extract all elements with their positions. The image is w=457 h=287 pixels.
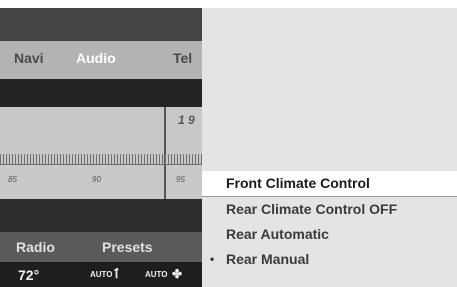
fan-icon: ✤ — [172, 267, 183, 281]
menu-item-label: Rear Climate Control OFF — [226, 201, 398, 217]
climate-menu: Front Climate Control Rear Climate Contr… — [202, 171, 457, 272]
menu-item-label: Front Climate Control — [226, 175, 370, 191]
nav-item-audio[interactable]: Audio — [76, 50, 116, 66]
audio-function-bar: Radio Presets — [0, 232, 202, 262]
climate-status-bar: 72° AUTO ٱ AUTO ✤ — [0, 262, 202, 287]
main-function-bar: Navi Audio Tel — [0, 41, 202, 79]
comand-display: Navi Audio Tel 1 9 85 90 95 Radio Preset… — [0, 0, 457, 287]
scale-divider — [164, 107, 166, 199]
climate-menu-panel: Front Climate Control Rear Climate Contr… — [202, 8, 457, 287]
radio-button[interactable]: Radio — [16, 239, 55, 255]
top-status-area — [0, 8, 202, 41]
menu-item-rear-automatic[interactable]: Rear Automatic — [202, 222, 457, 247]
menu-item-rear-manual[interactable]: • Rear Manual — [202, 247, 457, 272]
presets-button[interactable]: Presets — [102, 239, 153, 255]
info-band — [0, 199, 202, 232]
nav-item-navi[interactable]: Navi — [14, 50, 44, 66]
audio-background-panel: Navi Audio Tel 1 9 85 90 95 Radio Preset… — [0, 8, 202, 287]
scale-label: 95 — [176, 175, 185, 184]
menu-item-label: Rear Manual — [226, 251, 310, 267]
menu-item-label: Rear Automatic — [226, 226, 329, 242]
menu-item-front-climate-control[interactable]: Front Climate Control — [202, 171, 457, 197]
right-auto-label[interactable]: AUTO — [145, 270, 168, 279]
frequency-scale: 1 9 85 90 95 — [0, 107, 202, 199]
nav-item-tel[interactable]: Tel — [173, 50, 192, 66]
scale-label: 90 — [92, 175, 101, 184]
scale-baseline — [0, 164, 202, 165]
station-info-band — [0, 79, 202, 107]
left-auto-label[interactable]: AUTO — [90, 270, 113, 279]
selection-bullet-icon: • — [210, 252, 215, 266]
top-border — [0, 0, 457, 8]
airflow-icon: ٱ — [113, 267, 121, 281]
frequency-value: 1 9 — [178, 113, 195, 127]
scale-label: 85 — [8, 175, 17, 184]
temperature-readout[interactable]: 72° — [18, 267, 39, 283]
menu-item-rear-climate-control-off[interactable]: Rear Climate Control OFF — [202, 197, 457, 222]
